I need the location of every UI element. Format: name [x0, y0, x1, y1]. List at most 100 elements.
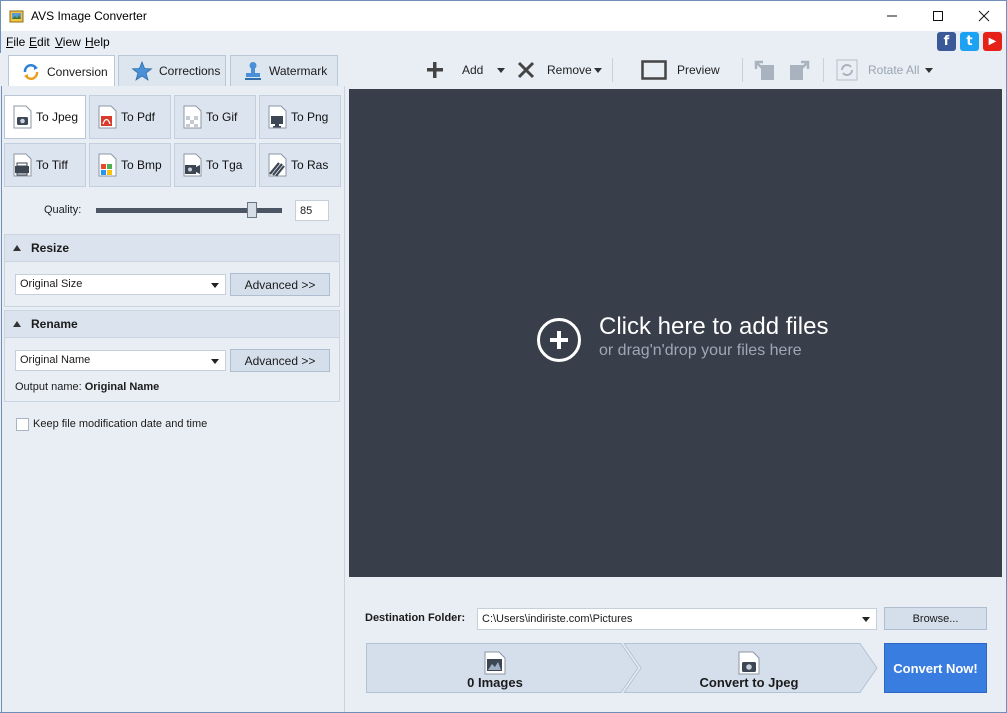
add-button[interactable]: Add	[426, 56, 483, 84]
drop-zone-title[interactable]: Click here to add files	[599, 313, 828, 341]
format-gif-button[interactable]: To Gif	[174, 95, 256, 139]
jpeg-icon	[13, 105, 32, 129]
chevron-down-icon	[211, 359, 219, 364]
format-pdf-label: To Pdf	[121, 110, 156, 124]
toolbar-divider	[823, 58, 824, 82]
toolbar-divider	[612, 58, 613, 82]
minimize-icon	[887, 15, 897, 17]
youtube-icon[interactable]: ▶	[983, 32, 1002, 51]
collapse-triangle-icon	[13, 245, 21, 251]
images-count-step: 0 Images	[366, 643, 624, 693]
format-bmp-button[interactable]: To Bmp	[89, 143, 171, 187]
resize-advanced-button[interactable]: Advanced >>	[230, 273, 330, 296]
window-title: AVS Image Converter	[31, 9, 147, 23]
images-icon	[484, 651, 506, 675]
app-logo-icon	[9, 10, 24, 23]
output-name: Output name: Original Name	[15, 381, 159, 393]
tiff-icon	[13, 153, 32, 177]
chevron-down-icon	[594, 67, 602, 73]
format-tga-button[interactable]: To Tga	[174, 143, 256, 187]
maximize-button[interactable]	[915, 1, 961, 31]
maximize-icon	[933, 11, 943, 21]
resize-selected: Original Size	[20, 278, 83, 290]
preview-label: Preview	[677, 63, 720, 77]
convert-to-label: Convert to Jpeg	[699, 675, 799, 690]
rename-dropdown[interactable]: Original Name	[15, 350, 226, 371]
plus-icon	[427, 62, 443, 78]
pdf-icon	[98, 105, 117, 129]
menu-help[interactable]: Help	[85, 35, 110, 49]
quality-slider-handle[interactable]	[247, 202, 258, 218]
toolbar-divider	[742, 58, 743, 82]
twitter-icon[interactable]: t	[960, 32, 979, 51]
ras-icon	[268, 153, 287, 177]
menu-file[interactable]: File	[6, 35, 25, 49]
tab-watermark-label: Watermark	[269, 64, 328, 78]
format-gif-label: To Gif	[206, 110, 238, 124]
chevron-down-icon	[862, 617, 870, 622]
rotate-left-icon	[754, 60, 774, 80]
add-label: Add	[462, 63, 484, 77]
quality-input[interactable]: 85	[295, 200, 329, 221]
rotate-left-button[interactable]	[753, 56, 777, 84]
chevron-down-icon	[925, 67, 933, 73]
monitor-icon	[641, 60, 667, 80]
png-icon	[268, 105, 287, 129]
destination-folder-dropdown[interactable]: C:\Users\indiriste.com\Pictures	[477, 608, 877, 630]
destination-path: C:\Users\indiriste.com\Pictures	[482, 613, 633, 625]
rotate-all-dropdown-button[interactable]	[925, 56, 933, 84]
tab-corrections[interactable]: Corrections	[118, 55, 226, 86]
close-button[interactable]	[961, 1, 1007, 31]
remove-dropdown-button[interactable]	[594, 56, 602, 84]
format-pdf-button[interactable]: To Pdf	[89, 95, 171, 139]
rotate-all-label: Rotate All	[868, 63, 920, 77]
rename-section-header[interactable]: Rename	[4, 310, 340, 338]
add-dropdown-button[interactable]	[497, 56, 505, 84]
tab-watermark[interactable]: Watermark	[230, 55, 338, 86]
format-tga-label: To Tga	[206, 158, 243, 172]
images-count: 0 Images	[467, 675, 523, 690]
format-jpeg-button[interactable]: To Jpeg	[4, 95, 86, 139]
panel-divider	[344, 86, 345, 712]
format-bmp-label: To Bmp	[121, 158, 162, 172]
format-ras-label: To Ras	[291, 158, 329, 172]
remove-x-icon	[517, 61, 535, 79]
drop-zone-subtitle: or drag'n'drop your files here	[599, 342, 802, 359]
conversion-icon	[23, 63, 39, 80]
preview-button[interactable]: Preview	[641, 56, 720, 84]
menu-edit[interactable]: Edit	[29, 35, 50, 49]
format-tiff-button[interactable]: To Tiff	[4, 143, 86, 187]
gif-icon	[183, 105, 202, 129]
format-ras-button[interactable]: To Ras	[259, 143, 341, 187]
menu-bar: File Edit View Help	[0, 31, 1007, 53]
rotate-right-icon	[790, 60, 810, 80]
format-png-button[interactable]: To Png	[259, 95, 341, 139]
star-icon	[131, 61, 153, 81]
bmp-icon	[98, 153, 117, 177]
tab-conversion[interactable]: Conversion	[8, 55, 115, 87]
rotate-right-button[interactable]	[787, 56, 811, 84]
remove-label: Remove	[547, 63, 592, 77]
rotate-all-button[interactable]: Rotate All	[836, 56, 919, 84]
remove-button[interactable]: Remove	[517, 56, 592, 84]
convert-now-button[interactable]: Convert Now!	[884, 643, 987, 693]
facebook-icon[interactable]: f	[937, 32, 956, 51]
resize-dropdown[interactable]: Original Size	[15, 274, 226, 295]
minimize-button[interactable]	[869, 1, 915, 31]
jpeg-format-icon	[738, 651, 760, 675]
tab-corrections-label: Corrections	[159, 64, 221, 78]
collapse-triangle-icon	[13, 321, 21, 327]
rotate-all-icon	[836, 59, 858, 81]
add-circle-icon[interactable]	[537, 318, 581, 362]
title-bar: AVS Image Converter	[0, 0, 1007, 31]
quality-label: Quality:	[44, 204, 82, 216]
close-icon	[978, 10, 990, 22]
chevron-down-icon	[211, 283, 219, 288]
rename-title: Rename	[31, 317, 78, 331]
rename-advanced-button[interactable]: Advanced >>	[230, 349, 330, 372]
format-png-label: To Png	[291, 110, 329, 124]
menu-view[interactable]: View	[55, 35, 81, 49]
browse-button[interactable]: Browse...	[884, 607, 987, 630]
resize-section-header[interactable]: Resize	[4, 234, 340, 262]
keep-date-checkbox[interactable]	[16, 418, 29, 431]
